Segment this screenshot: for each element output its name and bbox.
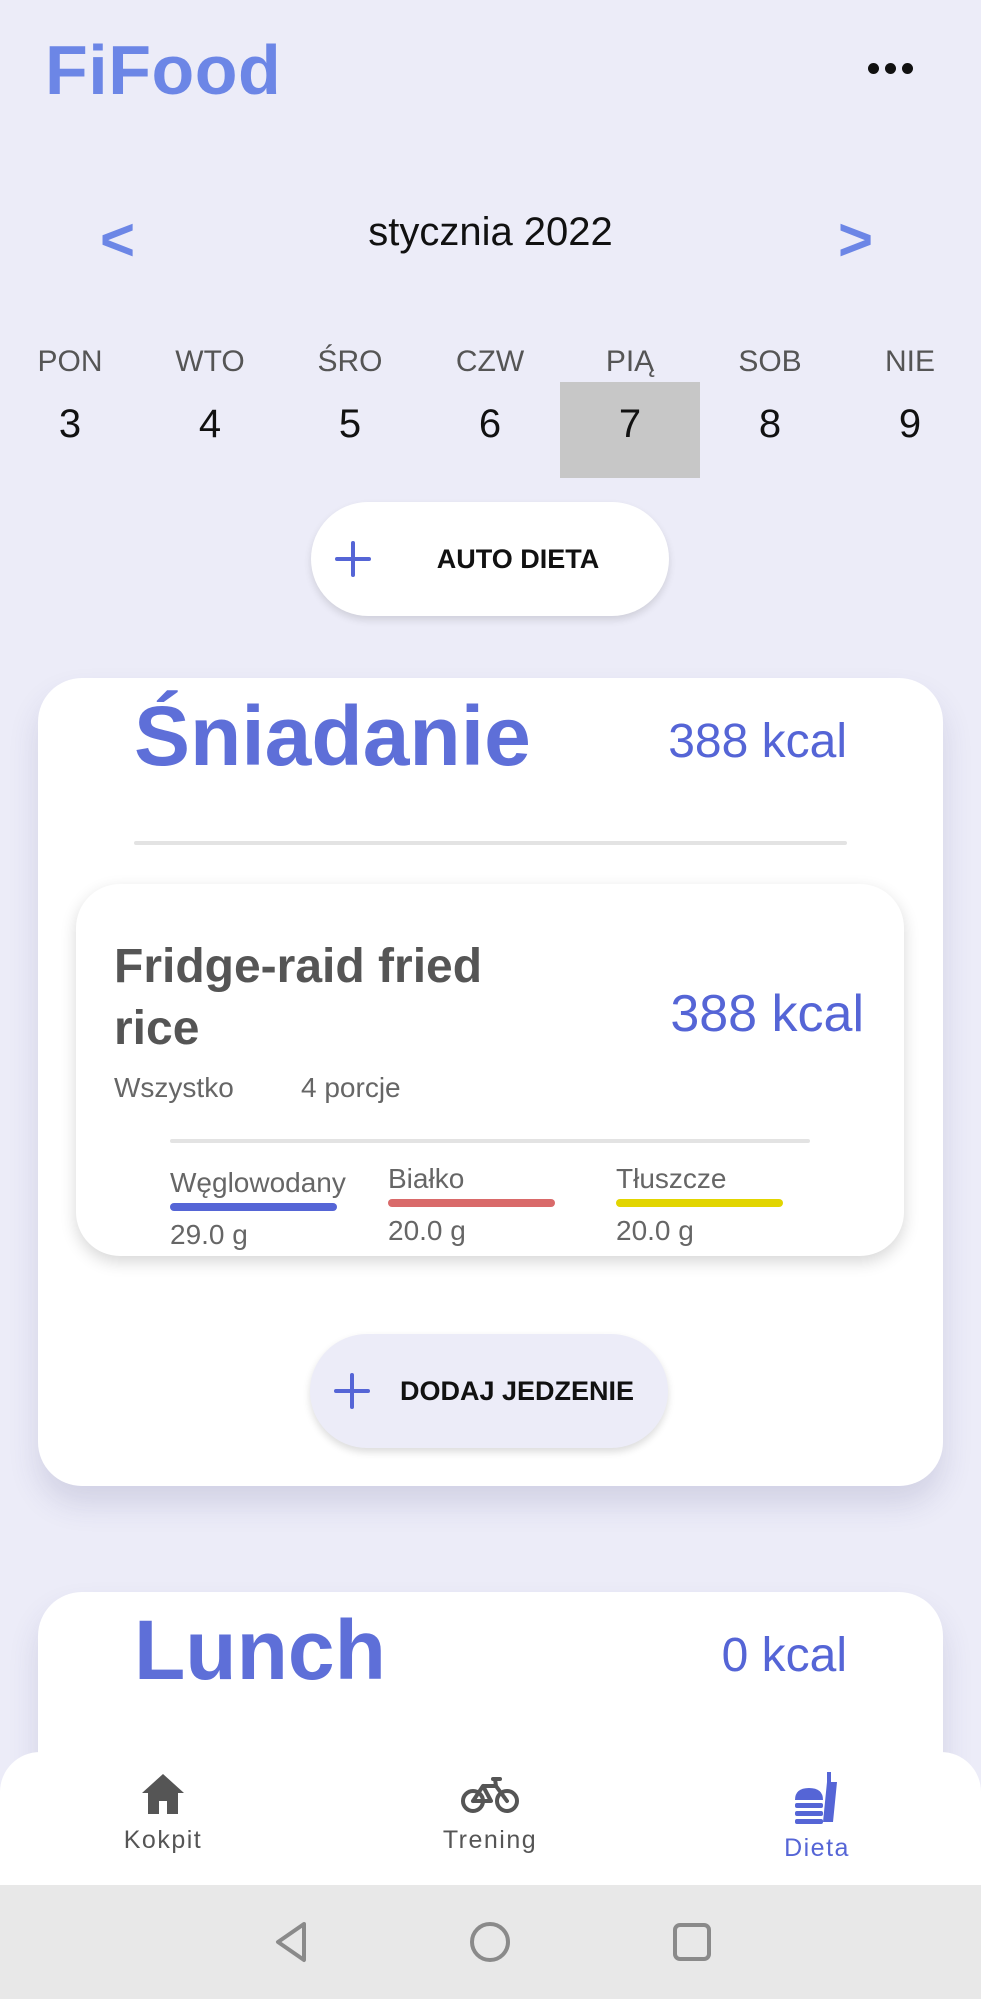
day-thu[interactable]: CZW 6 (420, 340, 560, 480)
food-name: Fridge-raid fried rice (114, 940, 483, 1055)
day-number: 7 (618, 402, 642, 446)
nav-label: Trening (442, 1826, 538, 1854)
food-category: Wszystko (114, 1072, 234, 1103)
nav-item-kokpit[interactable]: Kokpit (63, 1770, 263, 1855)
day-number: 5 (338, 402, 362, 446)
auto-diet-button[interactable]: AUTO DIETA (311, 502, 669, 616)
add-food-label: DODAJ JEDZENIE (399, 1376, 635, 1406)
day-name: ŚRO (317, 345, 383, 378)
more-dot-icon (901, 62, 913, 74)
day-name: PON (37, 345, 103, 378)
day-mon[interactable]: PON 3 (0, 340, 140, 480)
recents-icon[interactable] (668, 1918, 716, 1966)
meal-card-breakfast: Śniadanie 388 kcal Fridge-raid fried ric… (38, 678, 943, 1486)
food-kcal: 388 kcal (670, 985, 864, 1043)
day-number: 4 (198, 402, 222, 446)
meal-kcal: 0 kcal (721, 1629, 847, 1682)
macro-value: 20.0 g (388, 1215, 466, 1246)
more-options-button[interactable] (850, 40, 930, 96)
macro-bar (388, 1199, 555, 1207)
day-wed[interactable]: ŚRO 5 (280, 340, 420, 480)
system-navigation-bar (0, 1885, 981, 1999)
divider (170, 1139, 810, 1143)
meal-title: Śniadanie (134, 689, 531, 783)
nav-label: Kokpit (123, 1826, 203, 1854)
day-sun[interactable]: NIE 9 (840, 340, 980, 480)
day-sat[interactable]: SOB 8 (700, 340, 840, 480)
macro-label: Węglowodany (170, 1167, 346, 1198)
week-strip: PON 3 WTO 4 ŚRO 5 CZW 6 PIĄ 7 SOB 8 NIE … (0, 340, 981, 480)
day-name: NIE (884, 345, 935, 378)
month-label: stycznia 2022 (368, 210, 613, 254)
bottom-navigation: Kokpit Trening Dieta (0, 1752, 981, 1885)
home-circle-icon[interactable] (466, 1918, 514, 1966)
day-name: SOB (738, 345, 802, 378)
meal-kcal: 388 kcal (668, 715, 847, 768)
food-icon (795, 1772, 837, 1824)
divider (134, 841, 847, 845)
auto-diet-label: AUTO DIETA (436, 543, 600, 574)
back-icon[interactable] (268, 1918, 316, 1966)
macro-value: 20.0 g (616, 1215, 694, 1246)
day-name: PIĄ (605, 345, 655, 378)
next-month-button[interactable]: > (838, 205, 873, 275)
nav-label: Dieta (784, 1834, 850, 1862)
macro-bar (616, 1199, 783, 1207)
add-food-button[interactable]: DODAJ JEDZENIE (310, 1334, 668, 1448)
nav-item-dieta[interactable]: Dieta (717, 1770, 917, 1863)
macro-protein: Białko 20.0 g (388, 1163, 568, 1247)
day-number: 6 (478, 402, 502, 446)
day-name: CZW (455, 345, 525, 378)
macro-label: Białko (388, 1163, 465, 1194)
day-name: WTO (175, 345, 245, 378)
macro-bar (170, 1203, 337, 1211)
meal-title: Lunch (134, 1603, 386, 1697)
day-number: 3 (58, 402, 82, 446)
macro-label: Tłuszcze (616, 1163, 727, 1194)
day-tue[interactable]: WTO 4 (140, 340, 280, 480)
day-number: 8 (758, 402, 782, 446)
day-number: 9 (898, 402, 922, 446)
day-fri-selected[interactable]: PIĄ 7 (560, 340, 700, 480)
more-dot-icon (884, 62, 896, 74)
more-dot-icon (867, 62, 879, 74)
app-title: FiFood (45, 31, 282, 109)
macro-carbs: Węglowodany 29.0 g (170, 1167, 350, 1251)
macro-fat: Tłuszcze 20.0 g (616, 1163, 796, 1247)
food-portions: 4 porcje (301, 1072, 401, 1103)
bicycle-icon (461, 1777, 519, 1813)
macro-value: 29.0 g (170, 1219, 248, 1250)
home-icon (142, 1774, 184, 1814)
nav-item-trening[interactable]: Trening (390, 1770, 590, 1855)
food-item-card[interactable]: Fridge-raid fried rice 388 kcal Wszystko… (76, 884, 904, 1256)
